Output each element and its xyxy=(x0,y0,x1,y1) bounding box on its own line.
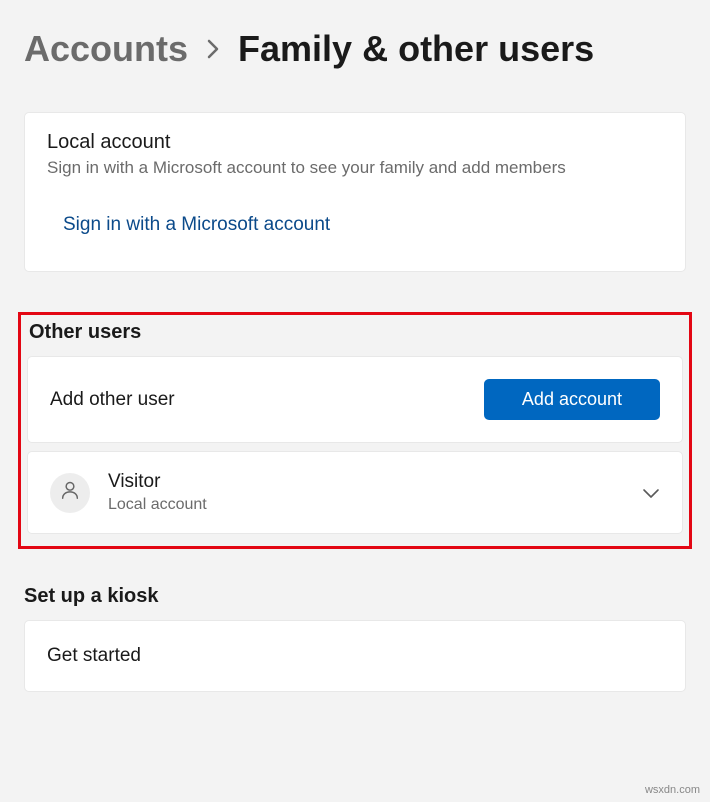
local-account-card: Local account Sign in with a Microsoft a… xyxy=(24,112,686,272)
kiosk-heading: Set up a kiosk xyxy=(24,585,686,608)
add-other-user-row: Add other user Add account xyxy=(27,356,683,443)
user-name: Visitor xyxy=(108,470,624,495)
breadcrumb-parent[interactable]: Accounts xyxy=(24,28,188,70)
chevron-down-icon[interactable] xyxy=(642,487,660,499)
add-other-user-label: Add other user xyxy=(50,389,175,411)
avatar xyxy=(50,473,90,513)
local-account-subtitle: Sign in with a Microsoft account to see … xyxy=(47,158,663,178)
user-type: Local account xyxy=(108,495,624,516)
other-users-section: Other users Add other user Add account V… xyxy=(18,312,692,549)
watermark: wsxdn.com xyxy=(645,784,700,796)
user-row[interactable]: Visitor Local account xyxy=(27,451,683,534)
get-started-label: Get started xyxy=(47,645,141,666)
breadcrumb-current: Family & other users xyxy=(238,28,594,70)
sign-in-link[interactable]: Sign in with a Microsoft account xyxy=(63,214,330,236)
kiosk-card[interactable]: Get started xyxy=(24,620,686,692)
other-users-heading: Other users xyxy=(27,321,683,344)
user-info: Visitor Local account xyxy=(108,470,624,515)
person-icon xyxy=(59,479,81,506)
local-account-title: Local account xyxy=(47,131,663,154)
breadcrumb: Accounts Family & other users xyxy=(24,28,686,70)
chevron-right-icon xyxy=(206,39,220,59)
add-account-button[interactable]: Add account xyxy=(484,379,660,420)
